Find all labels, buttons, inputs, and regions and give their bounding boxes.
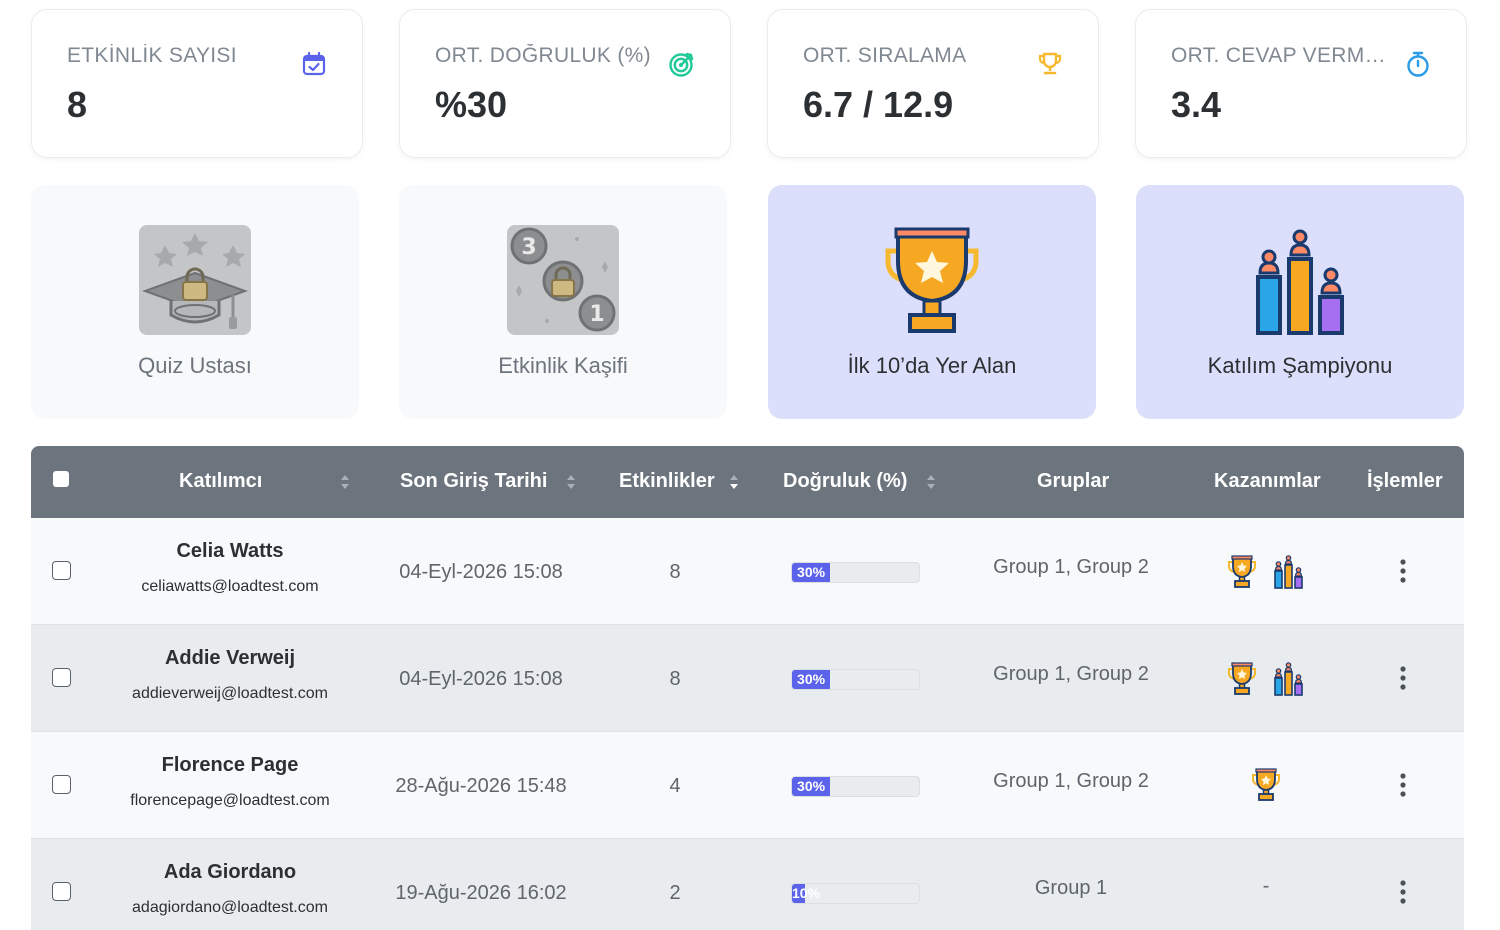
graduation-cap-locked-icon — [139, 225, 251, 335]
accuracy-progress-fill: 10% — [792, 884, 821, 903]
more-actions-icon[interactable] — [1393, 879, 1413, 905]
participant-email: celiawatts@loadtest.com — [141, 578, 319, 595]
svg-text:3: 3 — [521, 235, 536, 260]
table-row: Addie Verweij addieverweij@loadtest.com 04… — [31, 625, 1464, 732]
table-header: Katılımcı Son Giriş Tarihi Etkinlikler D… — [31, 446, 1464, 518]
sort-icon[interactable] — [926, 474, 936, 490]
column-header-achievements: Kazanımlar — [1214, 470, 1321, 492]
participant-groups: Group 1, Group 2 — [993, 663, 1149, 685]
accuracy-progress-bar: 30% — [791, 669, 920, 690]
activity-count: 2 — [669, 882, 681, 904]
stat-value: %30 — [435, 84, 508, 125]
stat-value: 6.7 / 12.9 — [803, 84, 954, 125]
stat-label: ETKİNLİK SAYISI — [67, 44, 237, 67]
badge-quiz-master[interactable]: Quiz Ustası — [31, 185, 359, 419]
select-all-checkbox[interactable] — [53, 471, 69, 487]
participants-table: Katılımcı Son Giriş Tarihi Etkinlikler D… — [31, 446, 1464, 930]
gold-trophy-icon — [885, 227, 979, 333]
participant-name: Celia Watts — [176, 540, 284, 562]
last-login-date: 19-Ağu-2026 16:02 — [395, 882, 567, 904]
stats-row: ETKİNLİK SAYISI 8 ORT. DOĞRULUK (%) %30 … — [31, 9, 1467, 158]
column-header-accuracy[interactable]: Doğruluk (%) — [783, 446, 907, 518]
stat-label: ORT. CEVAP VERME SÜRESİ — [1171, 44, 1399, 67]
podium-icon — [1256, 229, 1344, 335]
accuracy-progress-bar: 30% — [791, 776, 920, 797]
participant-groups: Group 1, Group 2 — [993, 770, 1149, 792]
row-checkbox[interactable] — [52, 882, 71, 901]
no-achievement-text: - — [1262, 875, 1270, 897]
svg-text:1: 1 — [589, 302, 604, 327]
stopwatch-icon — [1407, 51, 1429, 77]
table-row: Florence Page florencepage@loadtest.com 28… — [31, 732, 1464, 839]
column-header-actions: İşlemler — [1367, 470, 1443, 492]
column-header-participant[interactable]: Katılımcı — [179, 446, 262, 518]
stat-card-avg-accuracy: ORT. DOĞRULUK (%) %30 — [399, 9, 731, 158]
trophy-icon — [1038, 52, 1062, 75]
sort-icon[interactable] — [566, 474, 576, 490]
trophy-achievement-icon — [1228, 555, 1256, 588]
achievements-cell — [1191, 768, 1341, 808]
participant-name: Florence Page — [161, 754, 299, 776]
more-actions-icon[interactable] — [1393, 772, 1413, 798]
participant-name: Addie Verweij — [164, 647, 296, 669]
accuracy-progress-bar: 30% — [791, 562, 920, 583]
more-actions-icon[interactable] — [1393, 558, 1413, 584]
stat-card-avg-rank: ORT. SIRALAMA 6.7 / 12.9 — [767, 9, 1099, 158]
badge-name: Etkinlik Kaşifi — [498, 353, 628, 378]
calendar-check-icon — [302, 51, 326, 76]
badge-name: İlk 10’da Yer Alan — [847, 353, 1017, 378]
badge-activity-explorer[interactable]: 3 1 Etkinlik Kaşifi — [399, 185, 727, 419]
sort-icon[interactable] — [340, 474, 350, 490]
accuracy-progress-fill: 30% — [792, 563, 831, 582]
stat-label: ORT. DOĞRULUK (%) — [435, 44, 651, 67]
achievements-cell: - — [1191, 875, 1341, 915]
last-login-date: 04-Eyl-2026 15:08 — [399, 561, 563, 583]
participant-groups: Group 1 — [1034, 877, 1108, 899]
podium-achievement-icon — [1274, 662, 1303, 696]
badges-row: Quiz Ustası 3 1 Etkinlik Kaşifi İlk 10’d… — [31, 185, 1467, 419]
stat-value: 3.4 — [1171, 84, 1222, 125]
table-row: Celia Watts celiawatts@loadtest.com 04-Eyl… — [31, 518, 1464, 625]
trophy-achievement-icon — [1228, 662, 1256, 695]
table-row: Ada Giordano adagiordano@loadtest.com 19-A… — [31, 839, 1464, 930]
achievements-cell — [1191, 554, 1341, 594]
more-actions-icon[interactable] — [1393, 665, 1413, 691]
row-checkbox[interactable] — [52, 561, 71, 580]
participant-email: addieverweij@loadtest.com — [132, 685, 328, 702]
last-login-date: 28-Ağu-2026 15:48 — [395, 775, 567, 797]
accuracy-progress-fill: 30% — [792, 777, 831, 796]
achievements-cell — [1191, 661, 1341, 701]
activity-count: 4 — [669, 775, 681, 797]
stat-label: ORT. SIRALAMA — [803, 44, 967, 67]
participant-email: florencepage@loadtest.com — [130, 792, 330, 809]
trophy-achievement-icon — [1252, 768, 1280, 801]
participant-name: Ada Giordano — [163, 861, 297, 883]
stat-card-avg-response-time: ORT. CEVAP VERME SÜRESİ 3.4 — [1135, 9, 1467, 158]
activity-count: 8 — [669, 561, 681, 583]
stat-card-activity-count: ETKİNLİK SAYISI 8 — [31, 9, 363, 158]
badge-name: Quiz Ustası — [138, 353, 252, 378]
participant-groups: Group 1, Group 2 — [993, 556, 1149, 578]
column-header-groups: Gruplar — [1037, 470, 1110, 492]
row-checkbox[interactable] — [52, 775, 71, 794]
accuracy-progress-fill: 30% — [792, 670, 831, 689]
column-header-activities[interactable]: Etkinlikler — [619, 446, 715, 518]
badge-name: Katılım Şampiyonu — [1207, 353, 1393, 378]
row-checkbox[interactable] — [52, 668, 71, 687]
badge-top-ten[interactable]: İlk 10’da Yer Alan — [768, 185, 1096, 419]
participant-email: adagiordano@loadtest.com — [132, 899, 328, 916]
badge-participation-champion[interactable]: Katılım Şampiyonu — [1136, 185, 1464, 419]
sort-icon[interactable] — [729, 474, 739, 490]
medals-locked-icon: 3 1 — [507, 225, 619, 335]
podium-achievement-icon — [1274, 555, 1303, 589]
last-login-date: 04-Eyl-2026 15:08 — [399, 668, 563, 690]
stat-value: 8 — [67, 84, 88, 125]
column-header-last-login[interactable]: Son Giriş Tarihi — [400, 446, 547, 518]
target-icon — [669, 52, 694, 77]
activity-count: 8 — [669, 668, 681, 690]
accuracy-progress-bar: 10% — [791, 883, 920, 904]
